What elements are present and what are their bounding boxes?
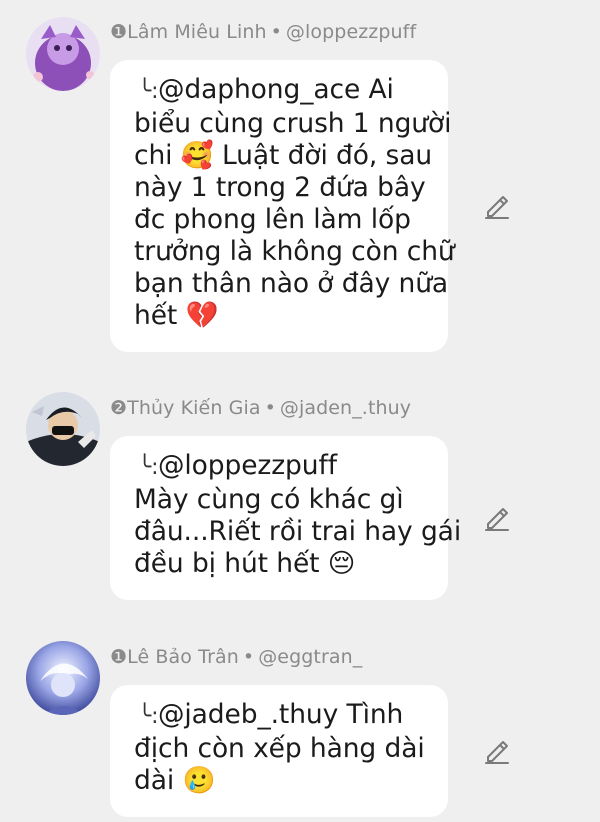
message-line: @loppezzpuff	[158, 450, 337, 481]
message-header: ❶Lê Bảo Trân • @eggtran_	[110, 646, 362, 668]
author-handle[interactable]: @jaden_.thuy	[280, 397, 411, 419]
message-line: hết 💔	[134, 300, 219, 331]
reply-arrow-icon: ╰:	[138, 455, 159, 480]
message-line: trưởng là không còn chữ	[134, 236, 455, 267]
pencil-icon[interactable]	[482, 503, 512, 533]
message-header: ❶Lâm Miêu Linh • @loppezzpuff	[110, 21, 416, 43]
reply-arrow-icon: ╰:	[138, 704, 159, 729]
message-line: đều bị hút hết 😔	[134, 548, 356, 579]
avatar[interactable]	[26, 392, 100, 466]
avatar[interactable]	[26, 641, 100, 715]
message-bubble: ╰: @daphong_ace Ai biểu cùng crush 1 ngư…	[110, 60, 455, 352]
message-bubble: ╰: @loppezzpuff Mày cùng có khác gì đâu.…	[110, 436, 462, 600]
message-line: chi 🥰 Luật đời đó, sau	[134, 140, 433, 171]
avatar[interactable]	[26, 17, 100, 91]
separator: •	[264, 397, 276, 419]
message-line: địch còn xếp hàng dài	[134, 733, 425, 764]
rank-badge: ❷	[110, 397, 128, 419]
pencil-icon[interactable]	[482, 736, 512, 766]
message-line: @jadeb_.thuy Tình	[158, 699, 404, 730]
message-line: Mày cùng có khác gì	[134, 484, 404, 515]
pencil-icon[interactable]	[482, 191, 512, 221]
message-line: đc phong lên làm lốp	[134, 204, 411, 235]
separator: •	[270, 21, 282, 43]
rank-badge: ❶	[110, 646, 128, 668]
author-handle[interactable]: @eggtran_	[258, 646, 362, 668]
reply-arrow-icon: ╰:	[138, 79, 159, 104]
message-line: biểu cùng crush 1 người	[134, 108, 452, 139]
author-handle[interactable]: @loppezzpuff	[286, 21, 416, 43]
separator: •	[242, 646, 255, 668]
author-name[interactable]: Lâm Miêu Linh	[127, 21, 266, 43]
author-name[interactable]: Thủy Kiến Gia	[127, 397, 260, 419]
message-bubble: ╰: @jadeb_.thuy Tình địch còn xếp hàng d…	[110, 685, 448, 817]
message-line: này 1 trong 2 đứa bây	[134, 172, 426, 203]
rank-badge: ❶	[110, 21, 128, 43]
author-name[interactable]: Lê Bảo Trân	[127, 646, 239, 668]
message-line: bạn thân nào ở đây nữa	[134, 268, 449, 299]
message-header: ❷Thủy Kiến Gia • @jaden_.thuy	[110, 397, 411, 419]
message-line: @daphong_ace Ai	[158, 74, 394, 105]
message-line: đâu...Riết rồi trai hay gái	[134, 516, 462, 547]
message-line: dài 🥲	[134, 765, 216, 796]
